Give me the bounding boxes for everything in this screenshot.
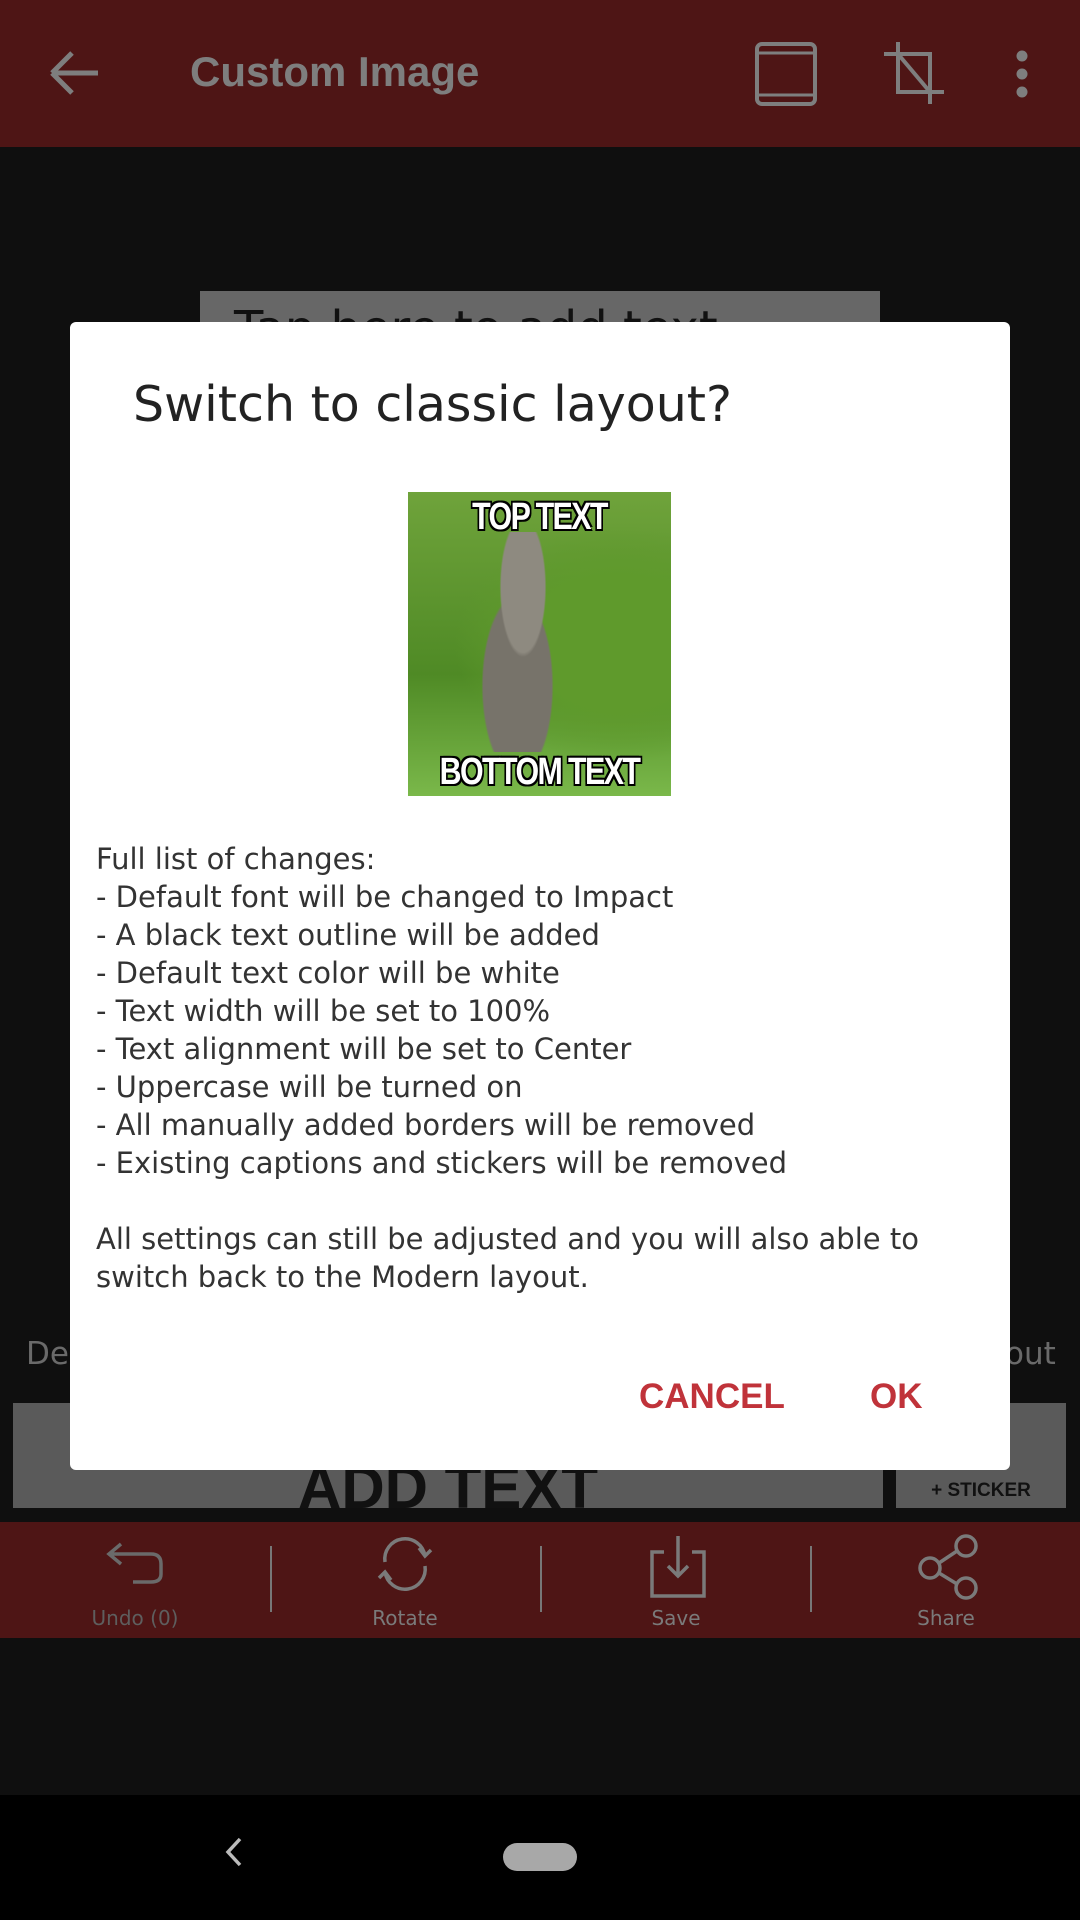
home-pill[interactable] (503, 1843, 577, 1871)
rotate-button[interactable]: Rotate (305, 1522, 505, 1638)
change-item: - All manually added borders will be rem… (96, 1108, 756, 1142)
background-left-text: De (26, 1336, 69, 1372)
undo-label: Undo (0) (91, 1606, 179, 1630)
changes-header: Full list of changes: (96, 842, 376, 876)
meme-top-text: TOP TEXT (472, 496, 608, 538)
undo-button[interactable]: Undo (0) (35, 1522, 235, 1638)
sticker-label: + STICKER (931, 1480, 1031, 1501)
dialog-body: Full list of changes: - Default font wil… (96, 840, 986, 1296)
cat-image (468, 532, 578, 752)
divider (810, 1546, 812, 1612)
background-right-text: out (1005, 1336, 1056, 1372)
cancel-button[interactable]: CANCEL (639, 1377, 785, 1417)
page-title: Custom Image (190, 48, 480, 95)
save-icon (650, 1536, 706, 1598)
switch-layout-dialog: Switch to classic layout? TOP TEXT BOTTO… (70, 322, 1010, 1470)
change-item: - Existing captions and stickers will be… (96, 1146, 787, 1180)
nav-back-icon[interactable] (222, 1835, 244, 1869)
save-button[interactable]: Save (576, 1522, 776, 1638)
save-label: Save (651, 1606, 701, 1630)
change-item: - Text width will be set to 100% (96, 994, 551, 1028)
share-label: Share (917, 1606, 975, 1630)
change-item: - Text alignment will be set to Center (96, 1032, 632, 1066)
divider (270, 1546, 272, 1612)
share-button[interactable]: Share (846, 1522, 1046, 1638)
arrow-back-icon[interactable] (46, 48, 102, 98)
bottom-toolbar: Undo (0) Rotate Save Share (0, 1522, 1080, 1638)
change-item: - Default text color will be white (96, 956, 560, 990)
dialog-note: All settings can still be adjusted and y… (96, 1222, 919, 1294)
more-vert-icon[interactable] (1012, 50, 1032, 98)
share-icon (918, 1534, 978, 1600)
undo-icon (106, 1542, 163, 1584)
layout-frame-icon[interactable] (754, 41, 818, 107)
classic-meme-preview: TOP TEXT BOTTOM TEXT (408, 492, 671, 796)
crop-off-icon[interactable] (880, 40, 946, 106)
change-item: - A black text outline will be added (96, 918, 600, 952)
rotate-label: Rotate (372, 1606, 438, 1630)
change-item: - Default font will be changed to Impact (96, 880, 674, 914)
system-nav-bar (0, 1795, 1080, 1920)
ok-button[interactable]: OK (870, 1377, 923, 1417)
change-item: - Uppercase will be turned on (96, 1070, 523, 1104)
app-bar: Custom Image (0, 0, 1080, 147)
dialog-title: Switch to classic layout? (133, 376, 733, 433)
divider (540, 1546, 542, 1612)
rotate-icon (377, 1537, 433, 1591)
meme-bottom-text: BOTTOM TEXT (439, 751, 641, 793)
